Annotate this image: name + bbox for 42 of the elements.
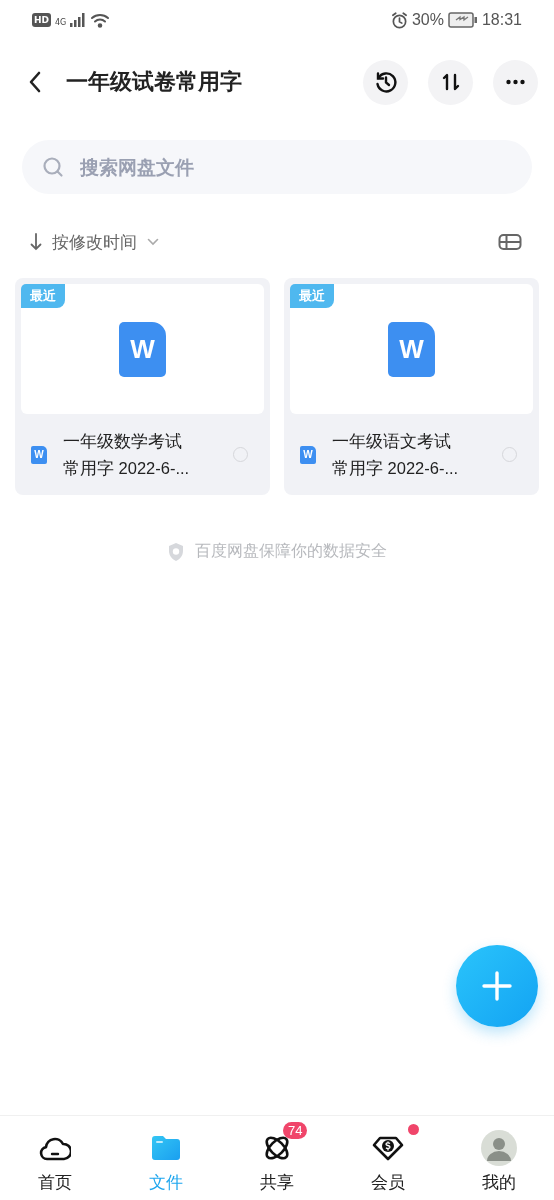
alarm-icon xyxy=(390,11,408,29)
plus-icon xyxy=(481,970,513,1002)
shield-icon xyxy=(167,541,185,562)
search-field[interactable]: 搜索网盘文件 xyxy=(78,155,512,179)
network-label: 4G xyxy=(55,18,67,27)
more-button[interactable] xyxy=(493,59,538,105)
history-button[interactable] xyxy=(363,59,408,105)
back-icon[interactable] xyxy=(28,71,42,93)
status-time: 18:31 xyxy=(481,11,522,29)
recent-tag: 最近 xyxy=(290,284,334,308)
file-card[interactable]: 最近 W W 一年级数学考试常用字 2022-6-... xyxy=(15,278,270,495)
document-icon: W xyxy=(388,321,435,377)
document-icon: W xyxy=(119,321,166,377)
file-name: 一年级语文考试常用字 2022-6-... xyxy=(332,430,459,479)
battery-percent: 30% xyxy=(411,11,444,29)
page-title: 一年级试卷常用字 xyxy=(66,68,243,96)
chevron-down-icon xyxy=(147,238,159,246)
sort-order-button[interactable] xyxy=(428,59,473,105)
nav-tab[interactable]: 会员 xyxy=(332,1116,444,1200)
add-button[interactable] xyxy=(456,945,538,1027)
security-note: 百度网盘保障你的数据安全 xyxy=(195,541,387,562)
document-icon: W xyxy=(31,445,47,464)
recent-tag: 最近 xyxy=(21,284,65,308)
search-bar[interactable]: 搜索网盘文件 xyxy=(22,140,532,194)
avatar-icon xyxy=(480,1130,517,1166)
nav-tab[interactable]: 74 共享 xyxy=(221,1116,333,1200)
nav-tab[interactable]: 首页 xyxy=(0,1116,111,1200)
history-icon xyxy=(373,70,398,94)
nav-tab[interactable]: 我的 xyxy=(443,1116,554,1200)
document-icon: W xyxy=(300,445,316,464)
wifi-icon xyxy=(90,12,111,28)
hd-badge: HD xyxy=(32,13,51,27)
view-toggle-icon[interactable] xyxy=(498,233,522,251)
file-name: 一年级数学考试常用字 2022-6-... xyxy=(63,430,190,479)
sort-selector[interactable]: 按修改时间 xyxy=(30,230,159,254)
search-icon xyxy=(42,156,64,178)
signal-icon xyxy=(70,13,87,27)
down-arrow-icon xyxy=(30,233,42,251)
more-icon xyxy=(505,79,526,85)
count-badge: 74 xyxy=(283,1122,308,1139)
file-card[interactable]: 最近 W W 一年级语文考试常用字 2022-6-... xyxy=(284,278,539,495)
battery-icon xyxy=(447,12,478,28)
